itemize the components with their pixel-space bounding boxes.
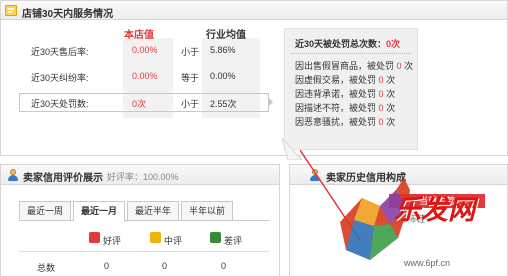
penalty-item-text: 因违背承诺，被处罚 xyxy=(295,89,377,99)
watermark-text: 乐发网 xyxy=(394,195,475,226)
total-bad: 0 xyxy=(221,261,227,271)
page-fold-decoration xyxy=(282,138,302,160)
tab-last-week[interactable]: 最近一周 xyxy=(19,201,71,221)
row-label-penalty: 近30天处罚数: xyxy=(31,99,89,109)
row-label-after-sale: 近30天售后率: xyxy=(31,47,89,57)
penalty-item: 因出售假冒商品，被处罚 0 次 xyxy=(295,59,413,72)
penalty-item-unit: 次 xyxy=(386,117,396,127)
service-panel-header: 店铺30天内服务情况 xyxy=(1,1,507,20)
penalty-detail-box: 近30天被处罚总次数：0次 因出售假冒商品，被处罚 0 次 因虚假交易，被处罚 … xyxy=(284,28,418,150)
col-good: 好评 xyxy=(103,236,122,246)
penalty-title-label: 近30天被处罚总次数： xyxy=(295,39,387,49)
row-total-label: 总数 xyxy=(37,263,56,273)
penalty-item: 因恶意骚扰，被处罚 0 次 xyxy=(295,115,395,128)
credit-panel-title: 卖家信用评价展示 xyxy=(23,173,103,184)
penalty-item: 因违背承诺，被处罚 0 次 xyxy=(295,87,395,100)
penalty-row-arrow xyxy=(268,97,273,107)
penalty-item-count: 0 xyxy=(378,75,384,85)
service-panel-title: 店铺30天内服务情况 xyxy=(22,9,114,20)
row-compare-dispute: 等于 xyxy=(181,73,200,83)
penalty-item-count: 0 xyxy=(378,89,384,99)
credit-panel-header: 卖家信用评价展示 好评率：100.00% xyxy=(1,165,279,185)
penalty-item-text: 因恶意骚扰，被处罚 xyxy=(295,117,377,127)
service-panel: 店铺30天内服务情况 本店值 行业均值 近30天售后率: 0.00% 小于 5.… xyxy=(0,0,508,156)
good-face-icon xyxy=(89,232,100,243)
row-label-dispute: 近30天纠纷率: xyxy=(31,73,89,83)
tab-last-half-year[interactable]: 最近半年 xyxy=(127,201,179,221)
row-compare-penalty: 小于 xyxy=(181,99,200,109)
row-avg-after-sale: 5.86% xyxy=(210,45,236,55)
row-compare-after-sale: 小于 xyxy=(181,47,200,57)
col-neutral: 中评 xyxy=(164,236,183,246)
col-header-avg: 行业均值 xyxy=(206,30,246,41)
total-good: 0 xyxy=(104,261,110,271)
bad-face-icon xyxy=(210,232,221,243)
row-mine-penalty: 0次 xyxy=(132,99,147,109)
penalty-item: 因描述不符，被处罚 0 次 xyxy=(295,101,395,114)
penalty-item-count: 0 xyxy=(378,103,384,113)
penalty-item-count: 0 xyxy=(378,117,384,127)
penalty-total: 0次 xyxy=(386,39,401,49)
row-mine-after-sale: 0.00% xyxy=(132,45,158,55)
shop-icon xyxy=(5,5,17,16)
penalty-item-unit: 次 xyxy=(386,103,396,113)
penalty-item-unit: 次 xyxy=(386,89,396,99)
penalty-item-text: 因描述不符，被处罚 xyxy=(295,103,377,113)
row-avg-penalty: 2.55次 xyxy=(210,99,237,109)
penalty-title: 近30天被处罚总次数：0次 xyxy=(295,37,400,50)
penalty-item-count: 0 xyxy=(396,61,402,71)
row-avg-dispute: 0.00% xyxy=(210,71,236,81)
positive-rate: 好评率：100.00% xyxy=(107,172,179,182)
penalty-item-unit: 次 xyxy=(386,75,396,85)
seller-icon xyxy=(7,169,19,181)
rating-table-header: 好评 中评 差评 xyxy=(19,230,269,252)
penalty-divider xyxy=(291,53,411,54)
credit-panel: 卖家信用评价展示 好评率：100.00% 最近一周 最近一月 最近半年 半年以前… xyxy=(0,164,280,276)
row-mine-dispute: 0.00% xyxy=(132,71,158,81)
total-neutral: 0 xyxy=(162,261,168,271)
col-header-mine: 本店值 xyxy=(124,30,154,41)
neutral-face-icon xyxy=(150,232,161,243)
tab-before-half-year[interactable]: 半年以前 xyxy=(181,201,233,221)
penalty-item: 因虚假交易，被处罚 0 次 xyxy=(295,73,395,86)
period-tabs: 最近一周 最近一月 最近半年 半年以前 xyxy=(19,201,269,222)
tab-last-month[interactable]: 最近一月 xyxy=(73,201,125,222)
penalty-item-text: 因虚假交易，被处罚 xyxy=(295,75,377,85)
penalty-item-text: 因出售假冒商品，被处罚 xyxy=(295,61,395,71)
penalty-item-unit: 次 xyxy=(404,61,414,71)
col-bad: 差评 xyxy=(224,236,243,246)
watermark-url: www.6pf.cn xyxy=(404,258,451,268)
